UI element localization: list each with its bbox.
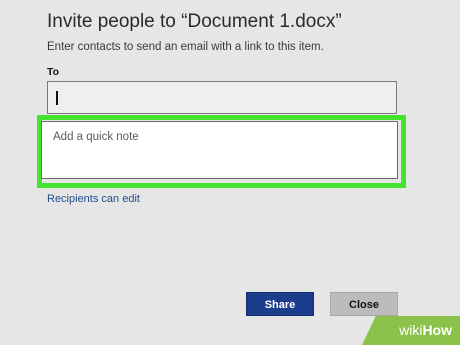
watermark-how-text: How xyxy=(422,322,452,338)
share-button[interactable]: Share xyxy=(246,292,314,316)
recipients-permission-link[interactable]: Recipients can edit xyxy=(47,193,140,205)
invite-dialog: Invite people to “Document 1.docx” Enter… xyxy=(0,0,460,345)
close-button[interactable]: Close xyxy=(330,292,398,316)
to-input[interactable] xyxy=(47,81,397,114)
text-caret xyxy=(56,91,58,105)
quick-note-placeholder: Add a quick note xyxy=(53,131,139,143)
to-label: To xyxy=(47,66,60,78)
dialog-title: Invite people to “Document 1.docx” xyxy=(47,11,342,32)
watermark-wiki-text: wiki xyxy=(399,322,423,338)
dialog-subtitle: Enter contacts to send an email with a l… xyxy=(47,41,324,53)
quick-note-input[interactable]: Add a quick note xyxy=(41,121,398,179)
wikihow-watermark: wikiHow xyxy=(362,316,460,345)
